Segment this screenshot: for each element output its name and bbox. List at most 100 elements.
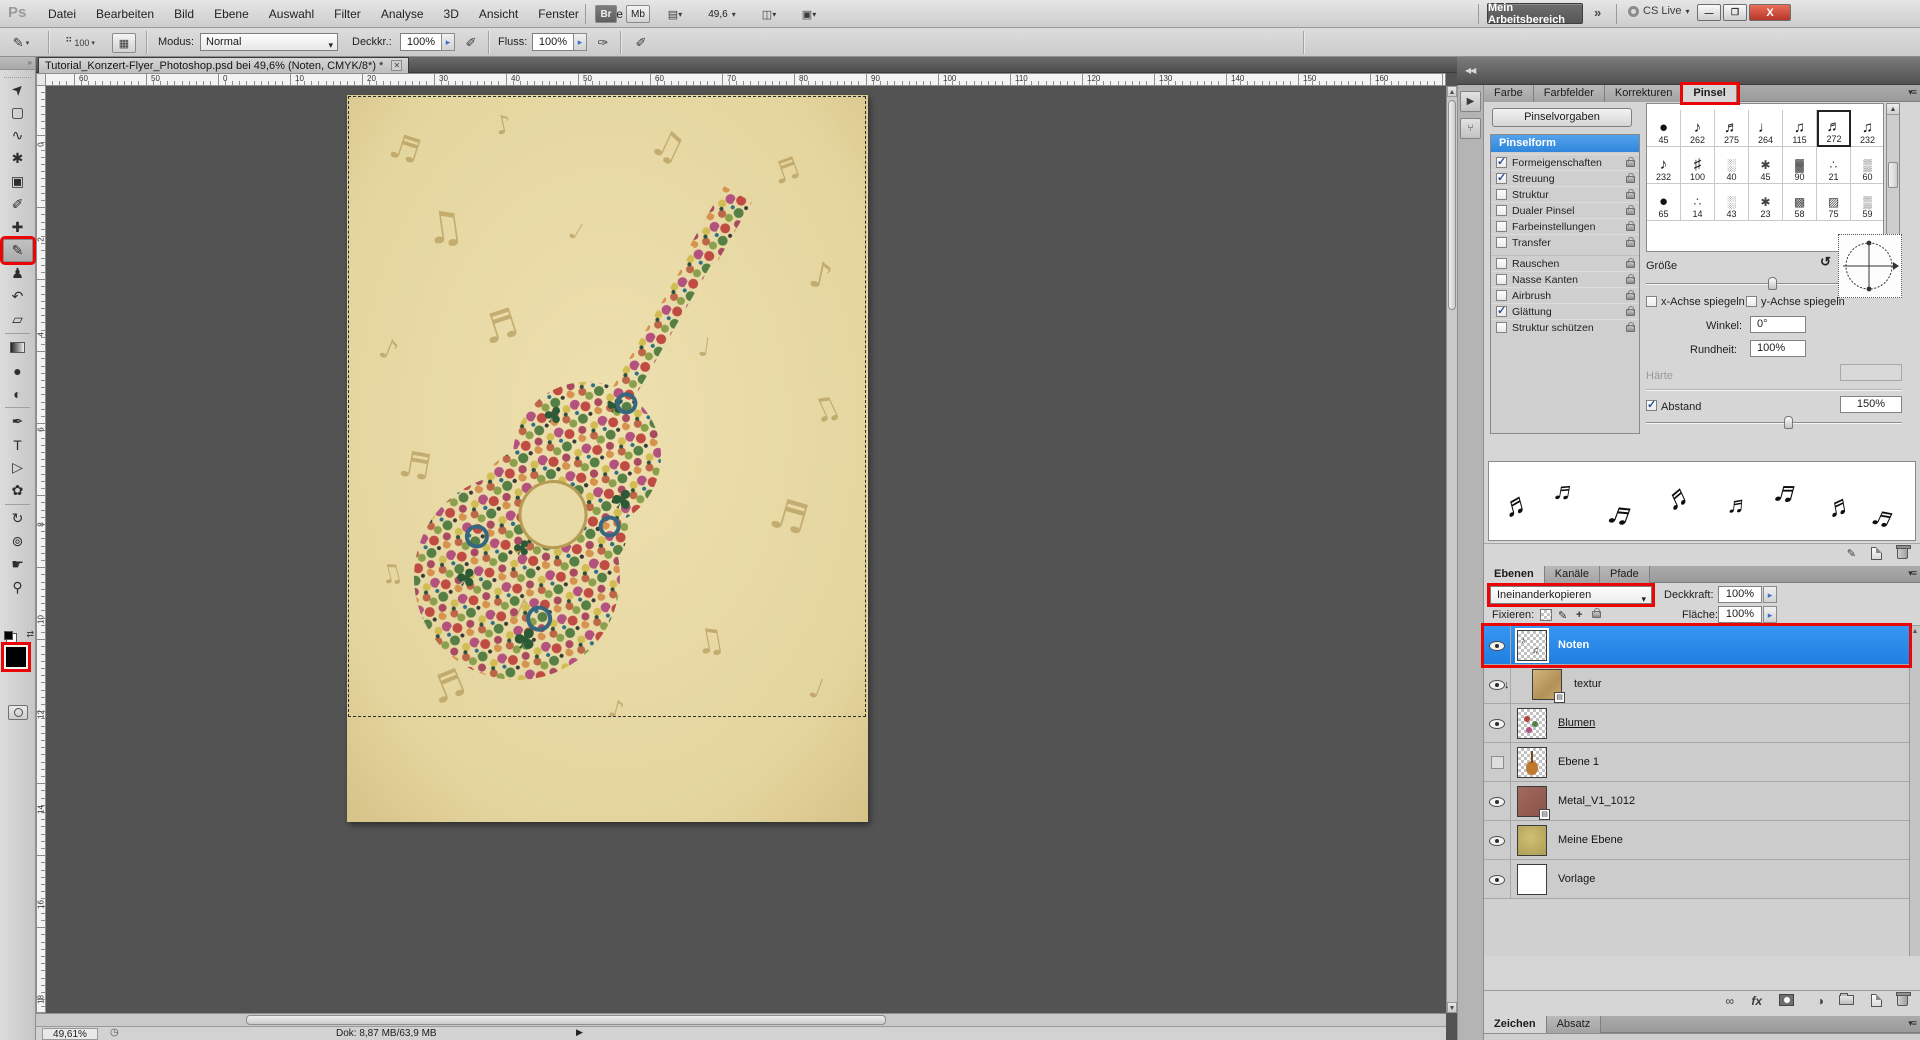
zoom-level-control[interactable]: 49,6▾ [700,5,744,23]
blur-tool[interactable]: ● [3,359,33,382]
workspace-button[interactable]: Mein Arbeitsbereich [1487,3,1583,24]
history-brush-tool[interactable]: ↶ [3,285,33,308]
tablet-size-icon[interactable]: ✐ [630,33,652,52]
brush-option-transfer[interactable]: Transfer [1491,234,1639,250]
launch-bridge-button[interactable]: Br [595,5,617,23]
link-layers-button[interactable]: ∞ [1725,994,1734,1008]
brush-preset-40[interactable]: ░40 [1715,147,1749,184]
brush-preset-45[interactable]: ●45 [1647,110,1681,147]
brush-option-struktur-schützen[interactable]: Struktur schützen [1491,319,1639,335]
checkbox[interactable] [1496,306,1507,317]
scroll-down-icon[interactable]: ▼ [1447,1002,1457,1013]
layer-blend-mode-select[interactable]: Ineinanderkopieren ▾ [1490,586,1652,604]
layer-thumbnail[interactable]: ▤ [1532,669,1562,700]
menu-bearbeiten[interactable]: Bearbeiten [86,0,164,28]
restore-button[interactable]: ❐ [1723,4,1747,21]
layer-name[interactable]: Ebene 1 [1558,756,1599,768]
layer-opacity-field[interactable]: 100% [1718,586,1762,603]
brush-preset-43[interactable]: ░43 [1715,184,1749,221]
brush-option-farbeinstellungen[interactable]: Farbeinstellungen [1491,218,1639,234]
reset-size-icon[interactable]: ↺ [1820,254,1831,270]
dodge-tool[interactable]: ◐ [3,382,33,405]
tab-kanaele[interactable]: Kanäle [1545,566,1600,583]
tab-zeichen[interactable]: Zeichen [1484,1016,1547,1033]
layer-row-metal[interactable]: ▤ Metal_V1_1012 [1484,782,1909,821]
visibility-cell[interactable] [1484,743,1511,782]
brush-preset-100[interactable]: ♯100 [1681,147,1715,184]
launch-minibridge-button[interactable]: Mb [626,5,650,23]
quick-selection-tool[interactable]: ✱ [3,147,33,170]
tab-pfade[interactable]: Pfade [1600,566,1650,583]
canvas-area[interactable]: ♬ ♪ ♫ ♬ ♫ ♩ ♪ ♪ ♬ ♩ ♫ ♬ ♪ ♬ ♫ ♪ ♫ [46,86,1446,1013]
crop-tool[interactable]: ▣ [3,170,33,193]
spacing-slider[interactable] [1646,422,1902,423]
lock-icon[interactable] [1626,176,1635,183]
adjustment-layer-button[interactable]: ◑ [1817,994,1824,1008]
lock-icon[interactable] [1626,208,1635,215]
checkbox[interactable] [1496,274,1507,285]
layer-name[interactable]: Metal_V1_1012 [1558,795,1635,807]
screen-mode-button[interactable]: ▣▾ [792,5,826,23]
brush-preset-272[interactable]: ♬272 [1817,110,1851,147]
layer-name[interactable]: Meine Ebene [1558,834,1623,846]
hand-tool[interactable]: ☛ [3,553,33,576]
flip-y-checkbox[interactable] [1746,296,1757,307]
horizontal-scrollbar[interactable] [36,1013,1446,1026]
menu-filter[interactable]: Filter [324,0,371,28]
brush-presets-button[interactable]: Pinselvorgaben [1492,108,1632,127]
angle-field[interactable]: 0° [1750,316,1806,333]
quick-mask-button[interactable] [8,705,28,720]
vertical-scrollbar[interactable]: ▲ ▼ [1446,86,1457,1013]
visibility-cell[interactable] [1484,821,1511,860]
add-mask-button[interactable] [1779,994,1794,1009]
brush-preset-115[interactable]: ♫115 [1783,110,1817,147]
layer-row-ebene-1[interactable]: Ebene 1 [1484,743,1909,782]
brush-option-streuung[interactable]: Streuung [1491,170,1639,186]
blend-mode-select[interactable]: Normal ▾ [200,33,338,51]
lock-icon[interactable] [1626,325,1635,332]
lock-transparency-icon[interactable] [1540,609,1552,621]
brush-tool-icon[interactable]: ✎▾ [10,33,32,52]
menu-datei[interactable]: Datei [38,0,86,28]
zoom-tool[interactable]: ⚲ [3,576,33,599]
layer-row-blumen[interactable]: Blumen [1484,704,1909,743]
menu-ansicht[interactable]: Ansicht [469,0,528,28]
panel-menu-icon[interactable]: ▾≡ [1908,87,1916,98]
brush-preset-264[interactable]: ♩264 [1749,110,1783,147]
brush-option-formeigenschaften[interactable]: Formeigenschaften [1491,154,1639,170]
cs-live-button[interactable]: CS Live ▾ [1628,5,1690,17]
tab-absatz[interactable]: Absatz [1547,1016,1602,1033]
lock-icon[interactable] [1626,261,1635,268]
flow-spinner[interactable]: ▸ [573,33,587,51]
lock-icon[interactable] [1626,293,1635,300]
menu-fenster[interactable]: Fenster [528,0,589,28]
status-zoom-field[interactable]: 49,61% [42,1028,98,1040]
history-panel-icon[interactable]: ⑂ [1460,118,1481,139]
layer-row-textur[interactable]: ↓ ▤ textur [1484,665,1909,704]
scroll-thumb[interactable] [1888,162,1898,188]
arrange-documents-button[interactable]: ◫▾ [752,5,786,23]
scroll-up-icon[interactable]: ▲ [1910,626,1920,635]
vertical-scroll-thumb[interactable] [1448,100,1456,310]
clone-stamp-tool[interactable]: ♟ [3,262,33,285]
layer-list-scrollbar[interactable]: ▲ [1909,626,1920,956]
brush-preset-59[interactable]: ▒59 [1851,184,1884,221]
layer-thumbnail[interactable] [1517,825,1547,856]
minimize-button[interactable]: — [1697,4,1721,21]
horizontal-scroll-thumb[interactable] [246,1015,886,1025]
brush-preset-65[interactable]: ●65 [1647,184,1681,221]
layer-style-button[interactable]: fx [1751,994,1762,1008]
tab-ebenen[interactable]: Ebenen [1484,566,1545,583]
brush-preset-232[interactable]: ♪232 [1647,147,1681,184]
eraser-tool[interactable]: ▱ [3,308,33,331]
brush-section-pinselform[interactable]: Pinselform [1491,135,1639,152]
new-group-button[interactable] [1839,994,1854,1008]
checkbox[interactable] [1496,237,1507,248]
checkbox[interactable] [1496,221,1507,232]
new-brush-button[interactable] [1871,547,1882,563]
swap-colors-icon[interactable]: ⇄ [26,629,34,640]
healing-brush-tool[interactable]: ✚ [3,216,33,239]
actions-panel-icon[interactable]: ▶ [1460,91,1481,112]
new-layer-button[interactable] [1871,994,1882,1010]
checkbox[interactable] [1496,189,1507,200]
